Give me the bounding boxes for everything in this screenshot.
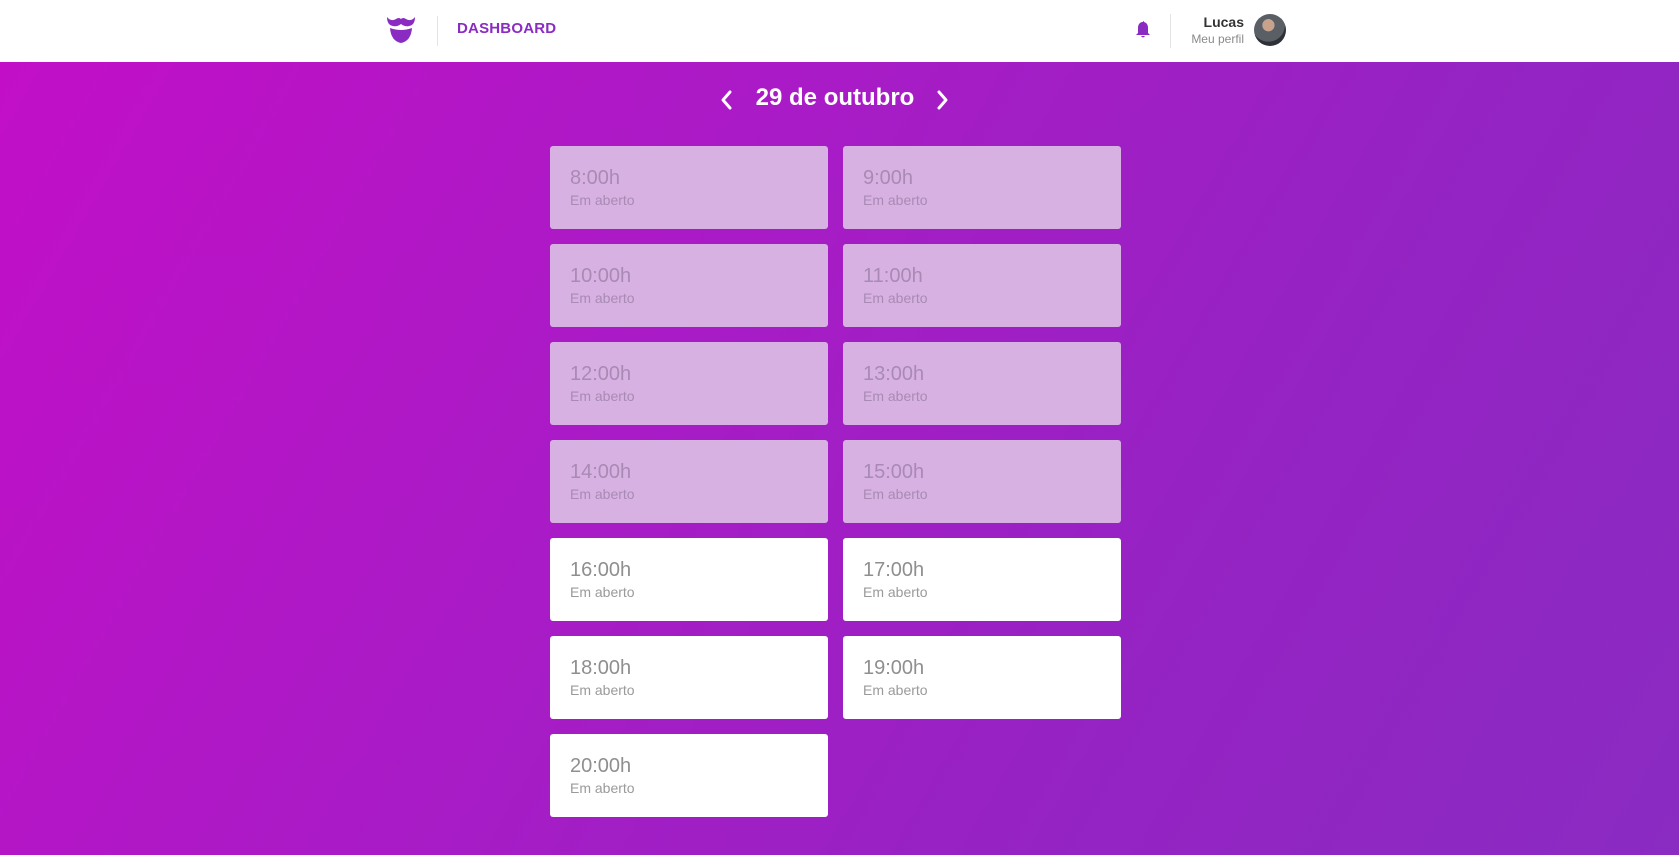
top-header: DASHBOARD Lucas Meu perfil [0,0,1679,62]
slot-status: Em aberto [570,192,635,208]
chevron-left-icon[interactable] [715,86,739,114]
slot-status: Em aberto [863,584,928,600]
time-slot-card[interactable]: 20:00h Em aberto [550,734,828,817]
date-navigator: 29 de outubro [0,82,1679,118]
header-divider [1170,14,1171,48]
slot-time: 15:00h [863,461,925,483]
header-container: DASHBOARD Lucas Meu perfil [384,0,1286,62]
time-slot-card[interactable]: 8:00h Em aberto [550,146,828,229]
slot-status: Em aberto [863,682,928,698]
slot-status: Em aberto [570,780,635,796]
slot-time: 11:00h [863,265,923,287]
slot-time: 12:00h [570,363,632,385]
time-slot-card[interactable]: 15:00h Em aberto [843,440,1121,523]
slot-status: Em aberto [570,682,635,698]
slot-status: Em aberto [570,388,635,404]
slot-status: Em aberto [863,290,928,306]
slot-time: 8:00h [570,167,621,189]
time-slot-card[interactable]: 9:00h Em aberto [843,146,1121,229]
slot-time: 18:00h [570,657,632,679]
user-avatar[interactable] [1254,14,1286,46]
time-slot-grid: 8:00h Em aberto 9:00h Em aberto 10:00h Em abe… [550,146,1121,817]
profile-menu[interactable]: Lucas Meu perfil [1184,12,1286,50]
slot-status: Em aberto [863,486,928,502]
profile-link[interactable]: Meu perfil [1191,32,1244,46]
chevron-right-icon[interactable] [930,86,954,114]
time-slot-card[interactable]: 13:00h Em aberto [843,342,1121,425]
slot-time: 13:00h [863,363,925,385]
app-root: DASHBOARD Lucas Meu perfil 29 de outubro [0,0,1679,855]
bell-icon[interactable] [1132,19,1154,41]
time-slot-card[interactable]: 19:00h Em aberto [843,636,1121,719]
time-slot-card[interactable]: 11:00h Em aberto [843,244,1121,327]
slot-time: 17:00h [863,559,925,581]
slot-time: 14:00h [570,461,632,483]
date-title: 29 de outubro [755,84,915,111]
slot-status: Em aberto [570,486,635,502]
main-content: 29 de outubro 8:00h Em aberto 9:00h Em aber… [0,62,1679,855]
nav-dashboard-link[interactable]: DASHBOARD [457,20,556,37]
slot-time: 19:00h [863,657,925,679]
profile-name: Lucas [1203,14,1244,30]
slot-time: 10:00h [570,265,632,287]
header-divider [437,16,438,46]
time-slot-card[interactable]: 18:00h Em aberto [550,636,828,719]
slot-status: Em aberto [570,290,635,306]
time-slot-card[interactable]: 17:00h Em aberto [843,538,1121,621]
slot-time: 20:00h [570,755,632,777]
slot-status: Em aberto [863,192,928,208]
slot-time: 9:00h [863,167,914,189]
time-slot-card[interactable]: 12:00h Em aberto [550,342,828,425]
time-slot-card[interactable]: 14:00h Em aberto [550,440,828,523]
slot-time: 16:00h [570,559,632,581]
slot-status: Em aberto [863,388,928,404]
slot-status: Em aberto [570,584,635,600]
time-slot-card[interactable]: 10:00h Em aberto [550,244,828,327]
time-slot-card[interactable]: 16:00h Em aberto [550,538,828,621]
mustache-logo-icon[interactable] [384,13,418,47]
